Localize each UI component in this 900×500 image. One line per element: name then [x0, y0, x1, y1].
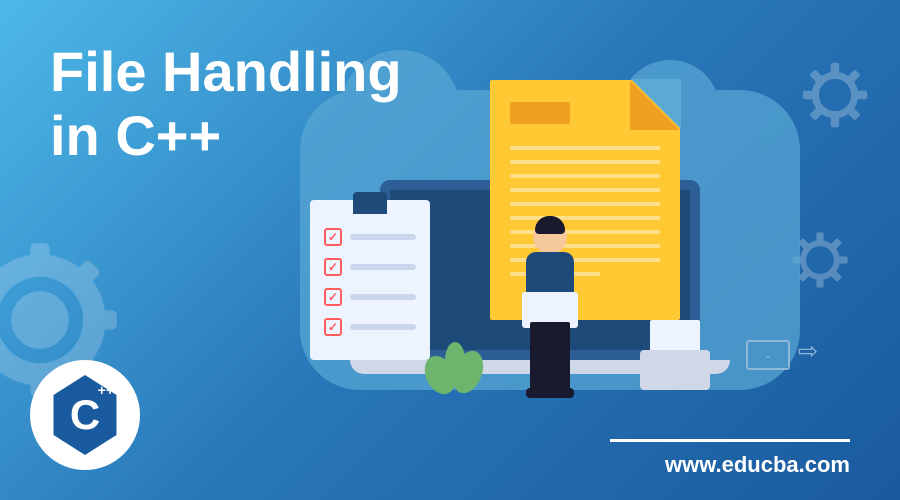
clipboard-clip	[353, 192, 387, 214]
title-line-2: in C++	[50, 104, 402, 168]
check-line	[350, 294, 416, 300]
check-line	[350, 324, 416, 330]
document-tag	[510, 102, 570, 124]
envelope-icon	[746, 340, 790, 370]
check-line	[350, 264, 416, 270]
checklist-row: ✓	[324, 318, 416, 336]
page-title: File Handling in C++	[50, 40, 402, 169]
paper-output	[650, 320, 700, 354]
checklist-clipboard-icon: ✓ ✓ ✓ ✓	[310, 200, 430, 360]
c-logo-icon: C ++	[50, 375, 120, 455]
document-fold	[631, 79, 681, 129]
person-body	[526, 252, 574, 322]
check-icon: ✓	[324, 318, 342, 336]
gear-icon-bg-top-right	[800, 60, 870, 130]
checklist-row: ✓	[324, 228, 416, 246]
title-line-1: File Handling	[50, 40, 402, 104]
person-legs	[530, 322, 570, 392]
checklist-row: ✓	[324, 288, 416, 306]
check-icon: ✓	[324, 228, 342, 246]
check-icon: ✓	[324, 288, 342, 306]
logo-plus: ++	[98, 385, 114, 395]
checklist-row: ✓	[324, 258, 416, 276]
printer-icon	[640, 320, 730, 390]
plant-icon	[420, 330, 490, 400]
person-head	[533, 220, 567, 254]
check-icon: ✓	[324, 258, 342, 276]
send-arrow-icon: ⇨	[798, 337, 818, 366]
printer-body	[640, 350, 710, 390]
person-icon	[510, 220, 590, 400]
logo-letter: C	[70, 391, 100, 439]
check-line	[350, 234, 416, 240]
watermark-url: www.educba.com	[610, 439, 850, 478]
brand-logo: C ++	[30, 360, 140, 470]
